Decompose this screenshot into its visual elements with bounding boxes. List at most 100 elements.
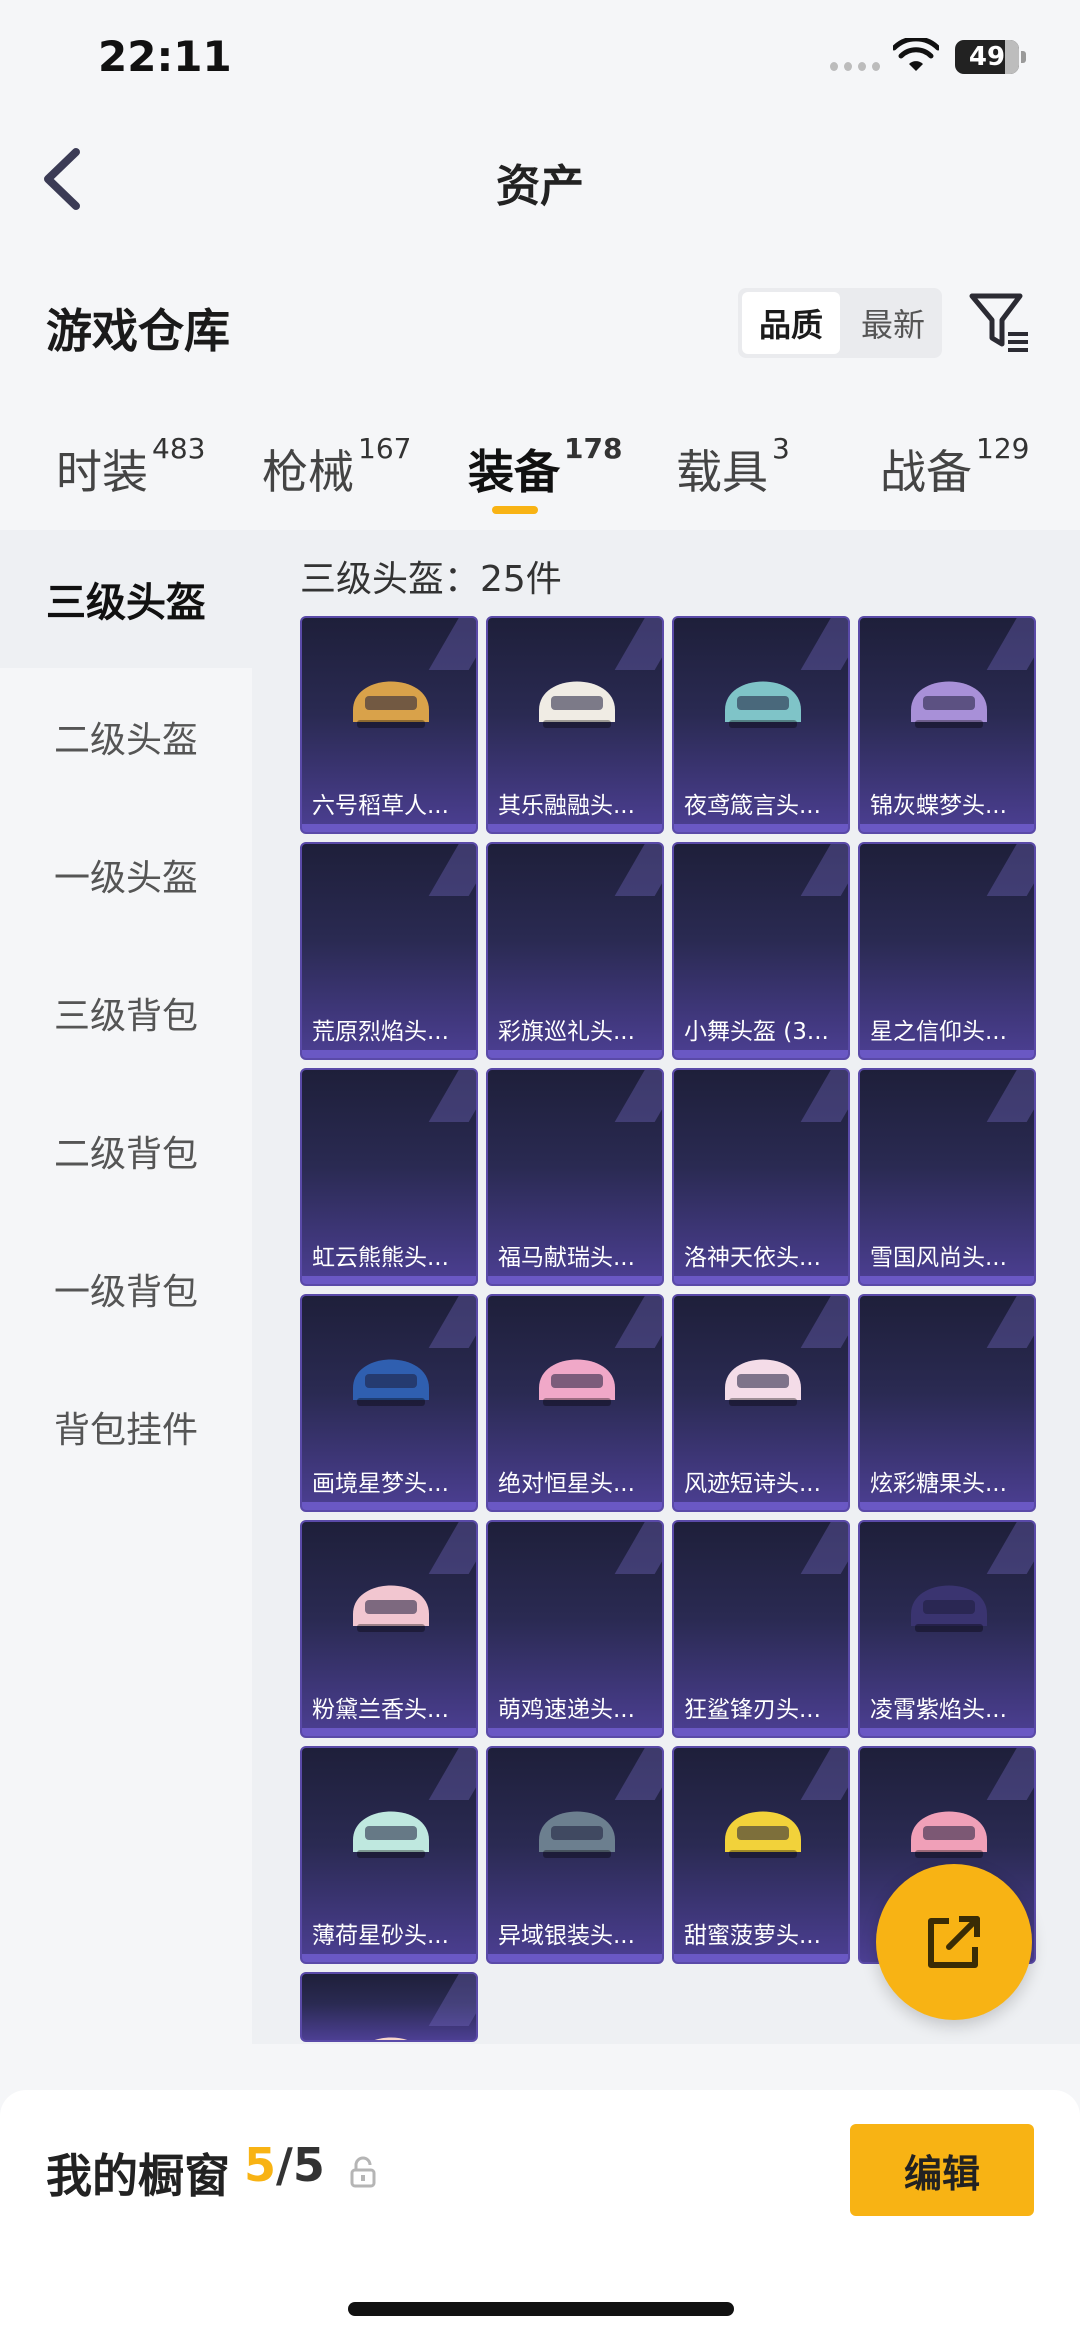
tab-equipment[interactable]: 装备 178 xyxy=(468,432,622,502)
battery-level: 49 xyxy=(968,42,1006,72)
sidebar-item-backpack-charm[interactable]: 背包挂件 xyxy=(0,1358,252,1496)
share-button[interactable] xyxy=(876,1864,1032,2020)
helmet-card[interactable]: 炫彩糖果头... xyxy=(858,1294,1036,1512)
helmet-icon xyxy=(911,681,987,728)
warehouse-title: 游戏仓库 xyxy=(46,304,230,358)
sidebar-item-level3-backpack[interactable]: 三级背包 xyxy=(0,944,252,1082)
card-footer-bar xyxy=(674,1728,848,1736)
helmet-icon xyxy=(911,1585,987,1632)
card-footer-bar xyxy=(860,1276,1034,1284)
sidebar-item-level1-backpack[interactable]: 一级背包 xyxy=(0,1220,252,1358)
helmet-card[interactable] xyxy=(300,1972,478,2042)
helmet-card-label: 六号稻草人... xyxy=(312,793,449,819)
card-footer-bar xyxy=(674,1276,848,1284)
helmet-card[interactable]: 画境星梦头... xyxy=(300,1294,478,1512)
helmet-icon xyxy=(353,1811,429,1858)
helmet-icon xyxy=(353,1585,429,1632)
sidebar-item-level2-backpack[interactable]: 二级背包 xyxy=(0,1082,252,1220)
helmet-card[interactable]: 洛神天依头... xyxy=(672,1068,850,1286)
card-footer-bar xyxy=(860,1050,1034,1058)
helmet-card[interactable]: 小舞头盔 (3... xyxy=(672,842,850,1060)
card-footer-bar xyxy=(488,1276,662,1284)
helmet-card[interactable]: 雪国风尚头... xyxy=(858,1068,1036,1286)
helmet-card[interactable]: 星之信仰头... xyxy=(858,842,1036,1060)
helmet-card[interactable]: 狂鲨锋刃头... xyxy=(672,1520,850,1738)
status-bar: 22:11 49 xyxy=(0,0,1080,120)
helmet-card[interactable]: 夜鸢箴言头... xyxy=(672,616,850,834)
helmet-card[interactable]: 福马献瑞头... xyxy=(486,1068,664,1286)
signal-icon xyxy=(830,62,880,72)
card-footer-bar xyxy=(860,1728,1034,1736)
helmet-card-label: 小舞头盔 (3... xyxy=(684,1019,829,1045)
helmet-card-label: 绝对恒星头... xyxy=(498,1471,635,1497)
card-footer-bar xyxy=(302,824,476,832)
active-tab-indicator xyxy=(492,506,538,514)
card-footer-bar xyxy=(488,1050,662,1058)
sidebar-item-level3-helmet[interactable]: 三级头盔 xyxy=(0,530,252,668)
helmet-card-label: 异域银装头... xyxy=(498,1923,635,1949)
helmet-card-label: 风迹短诗头... xyxy=(684,1471,821,1497)
tab-vehicles[interactable]: 载具 3 xyxy=(676,432,790,502)
helmet-card-label: 萌鸡速递头... xyxy=(498,1697,635,1723)
helmet-card[interactable]: 六号稻草人... xyxy=(300,616,478,834)
sidebar-item-level2-helmet[interactable]: 二级头盔 xyxy=(0,668,252,806)
helmet-card-label: 彩旗巡礼头... xyxy=(498,1019,635,1045)
card-footer-bar xyxy=(488,824,662,832)
helmet-card[interactable]: 其乐融融头... xyxy=(486,616,664,834)
helmet-card[interactable]: 锦灰蝶梦头... xyxy=(858,616,1036,834)
helmet-icon xyxy=(725,1359,801,1406)
helmet-icon xyxy=(911,1811,987,1858)
status-time: 22:11 xyxy=(98,32,232,81)
card-footer-bar xyxy=(302,1276,476,1284)
card-footer-bar xyxy=(674,824,848,832)
card-footer-bar xyxy=(302,1728,476,1736)
sort-newest-button[interactable]: 最新 xyxy=(844,288,942,358)
card-footer-bar xyxy=(488,1954,662,1962)
page-title: 资产 xyxy=(496,161,584,212)
helmet-card[interactable]: 彩旗巡礼头... xyxy=(486,842,664,1060)
card-footer-bar xyxy=(674,1502,848,1510)
helmet-card[interactable]: 粉黛兰香头... xyxy=(300,1520,478,1738)
helmet-card-label: 凌霄紫焰头... xyxy=(870,1697,1007,1723)
battery-icon: 49 xyxy=(955,40,1026,74)
helmet-icon xyxy=(539,1811,615,1858)
helmet-card[interactable]: 异域银装头... xyxy=(486,1746,664,1964)
card-footer-bar xyxy=(674,1050,848,1058)
sort-toggle: 品质 最新 xyxy=(738,288,942,358)
sidebar-item-level1-helmet[interactable]: 一级头盔 xyxy=(0,806,252,944)
helmet-icon xyxy=(353,681,429,728)
helmet-card-label: 荒原烈焰头... xyxy=(312,1019,449,1045)
tab-gear[interactable]: 战备 129 xyxy=(880,432,1029,502)
share-icon xyxy=(928,1916,980,1968)
helmet-card-label: 星之信仰头... xyxy=(870,1019,1007,1045)
lock-icon xyxy=(350,2156,376,2188)
helmet-card-label: 其乐融融头... xyxy=(498,793,635,819)
edit-button[interactable]: 编辑 xyxy=(850,2124,1034,2216)
tab-weapons[interactable]: 枪械 167 xyxy=(262,432,411,502)
tab-fashion[interactable]: 时装 483 xyxy=(56,432,205,502)
card-footer-bar xyxy=(302,1954,476,1962)
helmet-card[interactable]: 萌鸡速递头... xyxy=(486,1520,664,1738)
helmet-card-label: 炫彩糖果头... xyxy=(870,1471,1007,1497)
helmet-card-label: 甜蜜菠萝头... xyxy=(684,1923,821,1949)
card-footer-bar xyxy=(860,824,1034,832)
helmet-card[interactable]: 荒原烈焰头... xyxy=(300,842,478,1060)
helmet-card[interactable]: 薄荷星砂头... xyxy=(300,1746,478,1964)
helmet-card[interactable]: 凌霄紫焰头... xyxy=(858,1520,1036,1738)
helmet-card[interactable]: 风迹短诗头... xyxy=(672,1294,850,1512)
home-indicator xyxy=(348,2302,734,2316)
helmet-card-label: 画境星梦头... xyxy=(312,1471,449,1497)
showcase-title: 我的橱窗 xyxy=(46,2149,230,2203)
helmet-card-label: 狂鲨锋刃头... xyxy=(684,1697,821,1723)
helmet-card-label: 锦灰蝶梦头... xyxy=(870,793,1007,819)
helmet-card[interactable]: 虹云熊熊头... xyxy=(300,1068,478,1286)
filter-icon[interactable] xyxy=(968,290,1032,354)
helmet-card-label: 洛神天依头... xyxy=(684,1245,821,1271)
helmet-card-label: 虹云熊熊头... xyxy=(312,1245,449,1271)
sort-quality-button[interactable]: 品质 xyxy=(742,292,840,354)
helmet-card[interactable]: 甜蜜菠萝头... xyxy=(672,1746,850,1964)
helmet-card-label: 薄荷星砂头... xyxy=(312,1923,449,1949)
card-footer-bar xyxy=(488,1502,662,1510)
showcase-count: 5/5 xyxy=(244,2138,325,2192)
helmet-card[interactable]: 绝对恒星头... xyxy=(486,1294,664,1512)
